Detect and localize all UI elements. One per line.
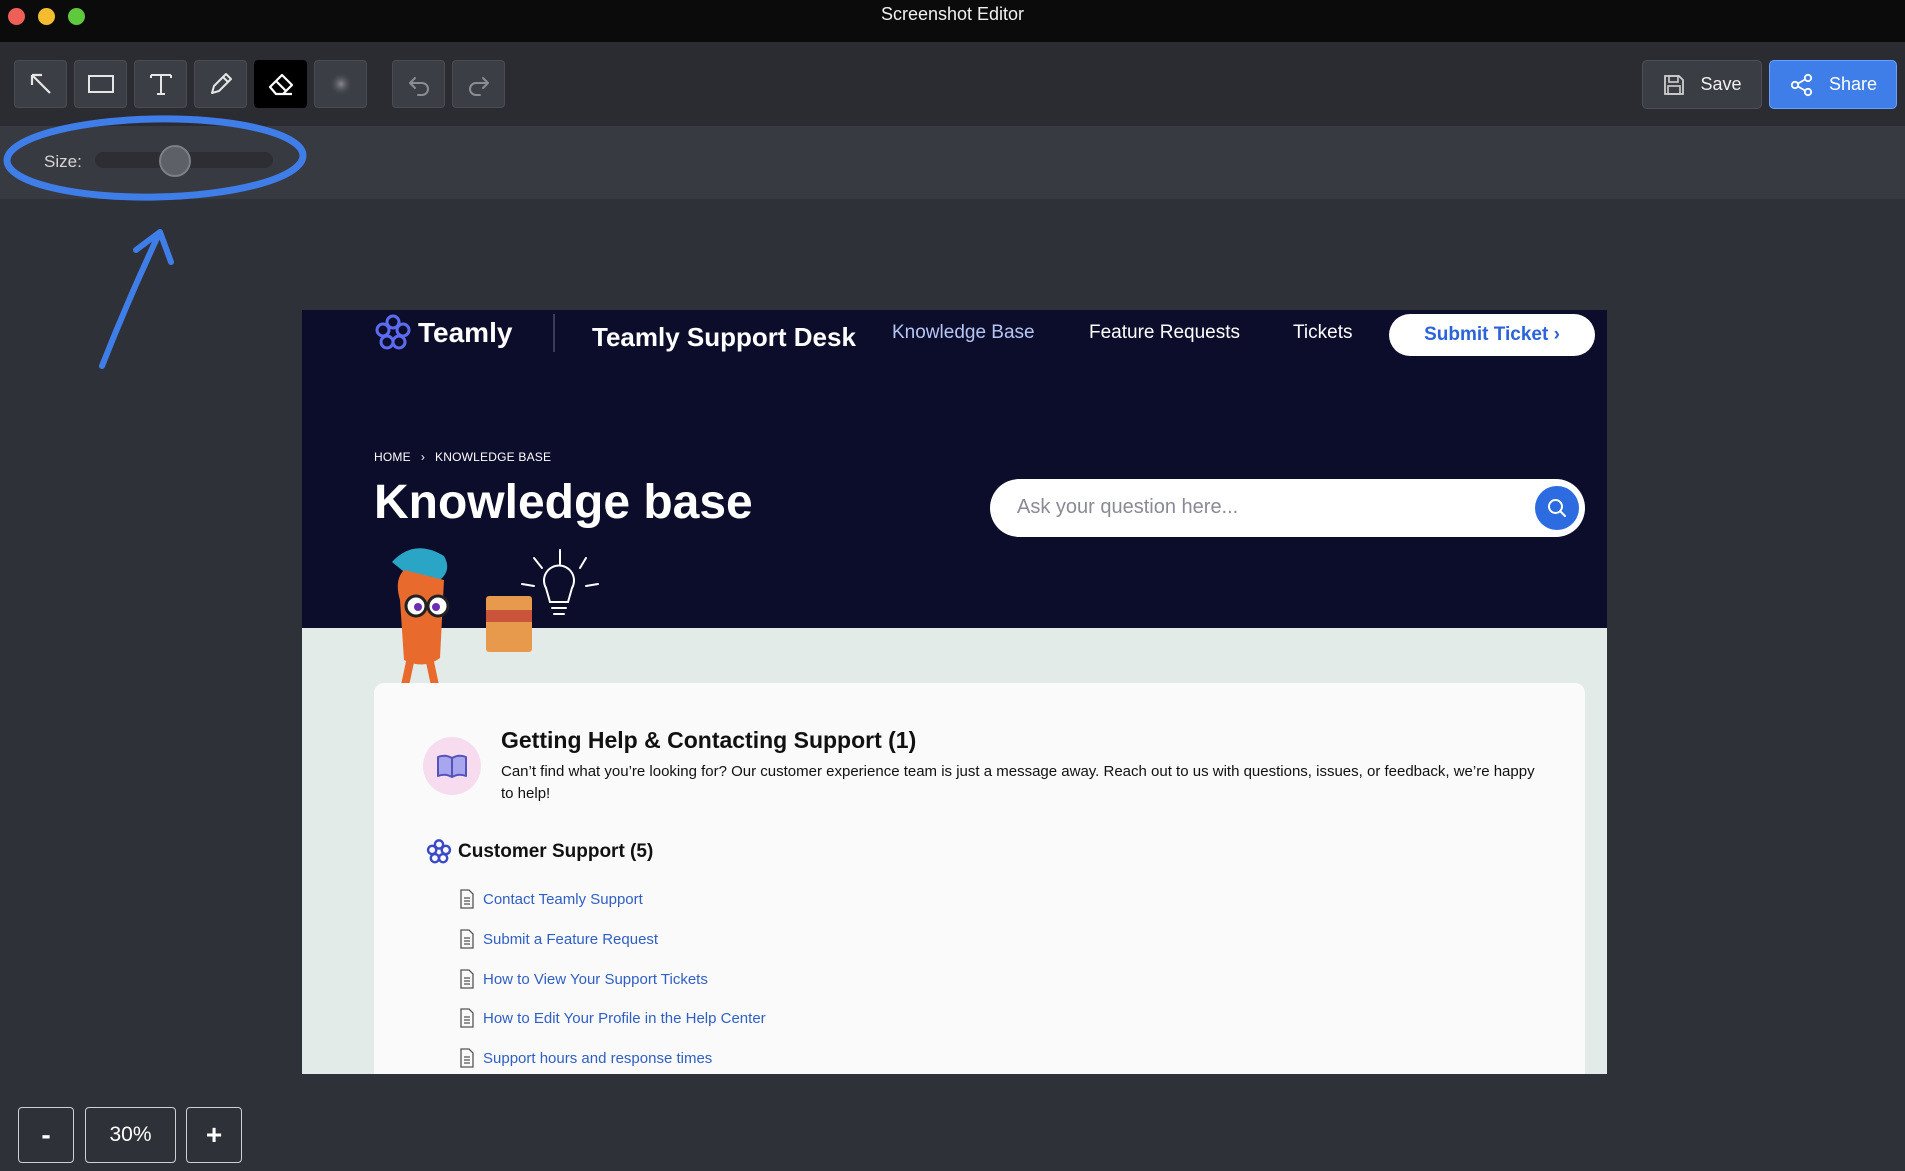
zoom-in-button[interactable]: + (186, 1107, 242, 1163)
search-input[interactable]: Ask your question here... (1017, 496, 1238, 519)
nav-feature-requests[interactable]: Feature Requests (1089, 322, 1240, 344)
save-label: Save (1700, 74, 1742, 94)
zoom-out-button[interactable]: - (18, 1107, 74, 1163)
article-link[interactable]: Support hours and response times (459, 1048, 712, 1068)
document-icon (460, 889, 474, 909)
blur-tool-button[interactable] (314, 60, 367, 108)
breadcrumb-current: KNOWLEDGE BASE (435, 450, 552, 464)
pencil-tool-button[interactable] (194, 60, 247, 108)
nav-tickets[interactable]: Tickets (1293, 322, 1352, 344)
search-icon (1548, 499, 1566, 517)
pencil-icon (210, 73, 232, 94)
article-link[interactable]: How to Edit Your Profile in the Help Cen… (459, 1008, 766, 1028)
nav-divider (553, 314, 555, 352)
text-icon (149, 74, 172, 95)
logo-text: Teamly (418, 317, 513, 348)
size-label: Size: (44, 152, 82, 171)
window-title: Screenshot Editor (880, 4, 1025, 24)
share-icon (1790, 73, 1813, 96)
breadcrumb: HOME › KNOWLEDGE BASE (374, 450, 551, 464)
undo-icon (408, 77, 429, 96)
annotation-arrow (99, 229, 174, 369)
group-title: Customer Support (5) (458, 841, 654, 862)
share-button[interactable]: Share (1769, 60, 1897, 109)
zoom-level: 30% (85, 1107, 176, 1163)
article-link[interactable]: How to View Your Support Tickets (459, 969, 708, 989)
tool-options-bar: Size: (0, 126, 1905, 199)
breadcrumb-home[interactable]: HOME (374, 450, 411, 464)
article-title: Contact Teamly Support (483, 890, 643, 908)
eraser-tool-button[interactable] (254, 60, 307, 108)
eraser-icon (268, 73, 293, 96)
breadcrumb-separator: › (420, 450, 426, 464)
rectangle-tool-button[interactable] (74, 60, 127, 108)
save-button[interactable]: Save (1642, 60, 1762, 109)
book-icon (423, 737, 481, 795)
arrow-icon (30, 73, 51, 94)
size-slider-handle[interactable] (159, 145, 191, 177)
title-bar: Screenshot Editor (0, 0, 1905, 42)
blur-icon (328, 72, 353, 96)
article-title: How to View Your Support Tickets (483, 970, 708, 988)
search-button[interactable] (1535, 486, 1579, 530)
document-icon (460, 1048, 474, 1068)
screenshot-canvas[interactable]: Teamly Teamly Support Desk Knowledge Bas… (302, 310, 1607, 1074)
article-title: Support hours and response times (483, 1049, 713, 1067)
section-title[interactable]: Getting Help & Contacting Support (1) (501, 727, 916, 754)
redo-icon (468, 77, 489, 96)
undo-button[interactable] (392, 60, 445, 108)
save-icon (1664, 74, 1685, 95)
arrow-tool-button[interactable] (14, 60, 67, 108)
article-link[interactable]: Contact Teamly Support (459, 889, 643, 909)
text-tool-button[interactable] (134, 60, 187, 108)
document-icon (460, 969, 474, 989)
search-bar[interactable]: Ask your question here... (990, 479, 1585, 537)
rectangle-icon (87, 75, 114, 93)
teamly-logo[interactable]: Teamly (374, 314, 512, 352)
submit-ticket-button[interactable]: Submit Ticket › (1389, 314, 1595, 356)
section-description: Can’t find what you’re looking for? Our … (501, 763, 1535, 802)
desk-title[interactable]: Teamly Support Desk (592, 322, 856, 353)
document-icon (460, 929, 474, 949)
share-label: Share (1828, 74, 1878, 94)
toolbar: Save Share (0, 42, 1905, 126)
category-card: Getting Help & Contacting Support (1) Ca… (374, 683, 1585, 1074)
nav-knowledge-base[interactable]: Knowledge Base (892, 322, 1035, 344)
redo-button[interactable] (452, 60, 505, 108)
article-title: Submit a Feature Request (483, 930, 659, 948)
document-icon (460, 1008, 474, 1028)
article-title: How to Edit Your Profile in the Help Cen… (483, 1009, 766, 1027)
group-heading[interactable]: Customer Support (5) (426, 839, 653, 865)
article-link[interactable]: Submit a Feature Request (459, 929, 658, 949)
teamly-flower-icon (375, 314, 411, 350)
teamly-flower-icon (426, 839, 452, 864)
page-title: Knowledge base (374, 476, 753, 529)
